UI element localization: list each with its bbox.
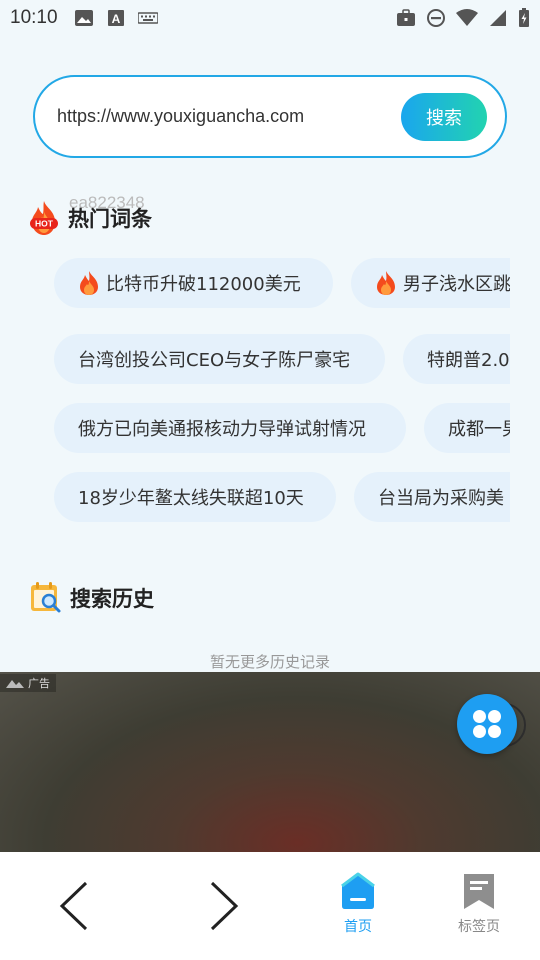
hot-chip-list: 比特币升破112000美元 男子浅水区跳 台湾创投公司CEO与女子陈尸豪宅 特朗… (0, 258, 510, 528)
a-box-icon: A (107, 10, 124, 26)
hot-header: HOT 热门词条 (28, 196, 152, 240)
hot-chip[interactable]: 男子浅水区跳 (351, 258, 510, 308)
history-header: 搜索历史 (30, 578, 154, 618)
status-bar: 10:10 A (0, 0, 540, 36)
hot-title: 热门词条 (68, 207, 152, 231)
home-icon (341, 872, 375, 909)
chip-label: 俄方已向美通报核动力导弹试射情况 (78, 419, 366, 440)
tab-bookmarks-label: 标签页 (458, 919, 500, 935)
image-icon (74, 10, 93, 26)
history-calendar-search-icon (31, 582, 61, 613)
four-petal-icon (473, 710, 501, 738)
wifi-icon (456, 9, 478, 26)
signal-icon (490, 10, 506, 26)
chip-label: 成都一男 (448, 419, 510, 440)
dnd-icon (427, 9, 445, 27)
svg-text:A: A (111, 12, 120, 26)
briefcase-icon (397, 9, 415, 26)
forward-arrow-icon[interactable] (198, 880, 248, 932)
hot-chip[interactable]: 台湾创投公司CEO与女子陈尸豪宅 (54, 334, 385, 384)
status-time: 10:10 (10, 7, 58, 28)
floating-menu-button[interactable] (457, 694, 517, 754)
svg-text:HOT: HOT (35, 219, 54, 229)
hot-chip[interactable]: 特朗普2.0 (403, 334, 510, 384)
battery-icon (519, 8, 529, 27)
ad-label: 广告 (28, 677, 50, 690)
hot-chip[interactable]: 成都一男 (424, 403, 510, 453)
bookmark-icon (464, 874, 494, 909)
ad-mountain-icon (6, 680, 24, 688)
back-arrow-icon[interactable] (50, 880, 100, 932)
chip-label: 比特币升破112000美元 (106, 274, 301, 295)
chip-label: 台湾创投公司CEO与女子陈尸豪宅 (78, 350, 351, 371)
ad-tag: 广告 (0, 674, 56, 692)
search-bar: 搜索 (33, 75, 507, 158)
chip-label: 特朗普2.0 (427, 350, 510, 371)
hot-chip[interactable]: 18岁少年鳌太线失联超10天 (54, 472, 336, 522)
tab-home-label: 首页 (344, 919, 372, 935)
keyboard-icon (137, 12, 158, 24)
history-title: 搜索历史 (70, 587, 154, 611)
hot-chip[interactable]: 比特币升破112000美元 (54, 258, 333, 308)
hot-flame-icon: HOT (30, 201, 58, 235)
flame-icon (80, 271, 98, 295)
tab-bookmarks[interactable]: 标签页 (439, 872, 519, 947)
search-button[interactable]: 搜索 (401, 92, 487, 141)
tab-home[interactable]: 首页 (318, 872, 398, 947)
ad-banner[interactable]: 广告 (0, 672, 540, 852)
flame-icon (377, 271, 395, 295)
bottom-nav: 首页 标签页 (0, 852, 540, 960)
history-empty-text: 暂无更多历史记录 (209, 653, 330, 671)
search-input[interactable] (57, 106, 401, 127)
chip-label: 台当局为采购美 (378, 488, 504, 509)
chip-label: 18岁少年鳌太线失联超10天 (78, 488, 304, 509)
hot-chip[interactable]: 台当局为采购美 (354, 472, 510, 522)
chip-label: 男子浅水区跳 (403, 274, 510, 295)
hot-chip[interactable]: 俄方已向美通报核动力导弹试射情况 (54, 403, 406, 453)
